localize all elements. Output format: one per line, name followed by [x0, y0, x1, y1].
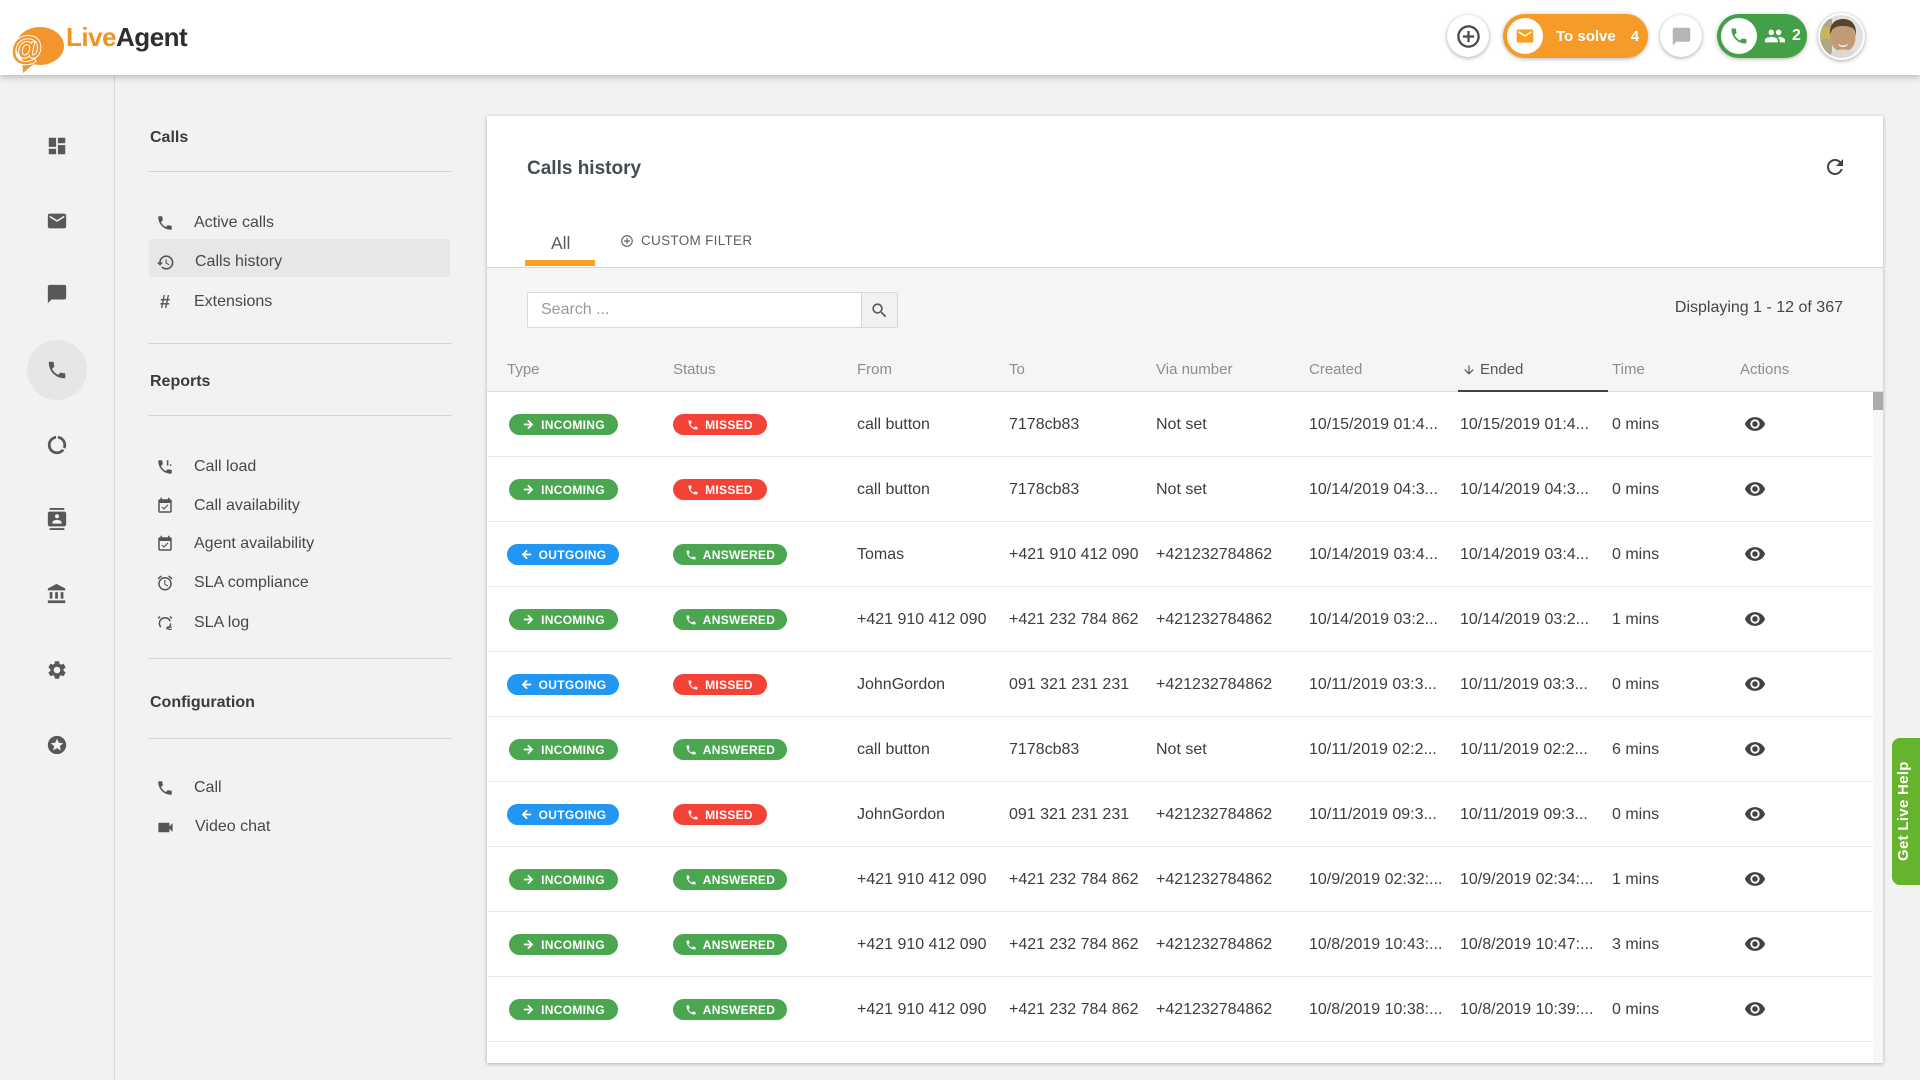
svg-text:@: @: [11, 30, 42, 66]
